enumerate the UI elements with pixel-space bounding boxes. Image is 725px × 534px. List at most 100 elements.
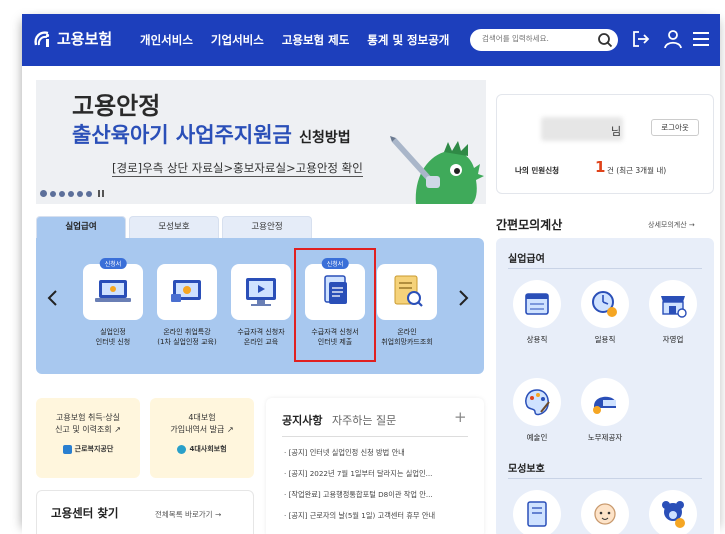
banner-title: 고용안정 [72, 92, 161, 120]
simple-calc-panel: 실업급여 상용직 일용직 자영업 예술인 노무제공자 모성보호 [496, 238, 714, 534]
banner-dot[interactable] [59, 190, 65, 197]
card-4-insurance[interactable]: 4대보험 가입내역서 발급 ↗ 4대사회보험 [150, 398, 254, 478]
dinosaur-mascot-image [390, 136, 484, 204]
menu-icon[interactable] [690, 28, 712, 50]
detailed-calc-link[interactable]: 상세모의계산 → [648, 220, 695, 230]
card-org-label: 근로복지공단 [74, 445, 114, 453]
search-input[interactable] [482, 34, 592, 43]
4insure-logo-icon [177, 444, 187, 454]
notice-board: 공지사항 자주하는 질문 + · [공지] 인터넷 실업인정 신청 방법 안내 … [266, 398, 484, 534]
nav-insurance-system[interactable]: 고용보험 제도 [282, 32, 349, 48]
search-box [470, 29, 618, 51]
calc-maternity-item[interactable] [646, 490, 700, 534]
document-pen-icon [513, 490, 561, 534]
teddy-bear-icon [649, 490, 697, 534]
divider [508, 268, 702, 269]
baby-icon [581, 490, 629, 534]
monitor-play-icon [231, 264, 291, 320]
more-plus-icon[interactable]: + [454, 408, 467, 426]
banner-dot[interactable] [50, 190, 56, 197]
user-icon[interactable] [662, 28, 684, 50]
calc-label: 노무제공자 [587, 433, 623, 442]
card-org-label: 4대사회보험 [189, 445, 227, 453]
calc-maternity-item[interactable] [510, 490, 564, 534]
card-org: 근로복지공단 [36, 444, 140, 454]
civil-request-note: 건 (최근 3개월 내) [607, 166, 667, 175]
notice-item[interactable]: · [공지] 인터넷 실업인정 신청 방법 안내 [284, 448, 472, 458]
calc-label: 상용직 [526, 335, 548, 344]
helmet-icon [581, 378, 629, 426]
logo-text: 고용보험 [57, 30, 113, 48]
video-lecture-icon [157, 264, 217, 320]
card-insurance-history[interactable]: 고용보험 취득·상실 신고 및 이력조회 ↗ 근로복지공단 [36, 398, 140, 478]
laptop-icon: 신청서 [83, 258, 143, 320]
chevron-right-icon[interactable] [456, 288, 470, 308]
calc-label: 일용직 [594, 335, 616, 344]
calc-labor-provider[interactable]: 노무제공자 [578, 378, 632, 443]
user-login-box: 님 로그아웃 나의 민원신청 1 건 (최근 3개월 내) [496, 94, 714, 194]
banner-headline-main: 출산육아기 사업주지원금 [72, 123, 292, 147]
logout-button[interactable]: 로그아웃 [651, 119, 699, 136]
top-header: 고용보험 개인서비스 기업서비스 고용보험 제도 통계 및 정보공개 [22, 14, 720, 66]
calc-section-maternity: 모성보호 [508, 464, 545, 475]
service-label: 실업인정 인터넷 신청 [95, 328, 131, 346]
calc-label: 예술인 [526, 433, 548, 442]
center-title: 고용센터 찾기 [51, 506, 119, 520]
application-badge: 신청서 [99, 258, 127, 269]
banner-pagination [40, 190, 104, 197]
honorific-label: 님 [611, 125, 622, 138]
calc-self-employed[interactable]: 자영업 [646, 280, 700, 345]
card-title: 4대보험 가입내역서 발급 ↗ [170, 413, 234, 434]
tab-maternity-protection[interactable]: 모성보호 [129, 216, 219, 238]
logo-icon [32, 29, 54, 49]
service-item-online-certification[interactable]: 신청서 실업인정 인터넷 신청 [80, 258, 146, 347]
service-item-job-card-inquiry[interactable]: 온라인 취업희망카드조회 [374, 264, 440, 347]
notice-item[interactable]: · [공지] 2022년 7월 1일부터 달라지는 실업인... [284, 469, 472, 479]
tab-notices[interactable]: 공지사항 [282, 414, 322, 427]
calc-artist[interactable]: 예술인 [510, 378, 564, 443]
service-tabs: 실업급여 모성보호 고용안정 [36, 216, 315, 238]
palette-icon [513, 378, 561, 426]
screenshot-frame: 고용보험 개인서비스 기업서비스 고용보험 제도 통계 및 정보공개 검색어를 … [0, 0, 725, 534]
pause-icon[interactable] [98, 190, 104, 197]
civil-request-count[interactable]: 1 [595, 158, 605, 176]
banner-path: [경로]우측 상단 자료실>홍보자료실>고용안정 확인 [112, 161, 363, 177]
banner-headline: 출산육아기 사업주지원금 신청방법 [72, 119, 351, 149]
search-icon[interactable] [597, 32, 613, 48]
kcomwel-logo-icon [62, 444, 72, 454]
service-panel: 신청서 실업인정 인터넷 신청 온라인 취업특강 (1차 실업인정 교육) 수급… [36, 238, 484, 374]
banner-dot[interactable] [68, 190, 74, 197]
calc-maternity-item[interactable] [578, 490, 632, 534]
notice-item[interactable]: · [공지] 근로자의 날(5월 1일) 고객센터 휴무 안내 [284, 511, 472, 521]
service-label: 수급자격 신청자 온라인 교육 [237, 328, 285, 346]
calc-regular-worker[interactable]: 상용직 [510, 280, 564, 345]
document-search-icon [377, 264, 437, 320]
service-label: 온라인 취업희망카드조회 [381, 328, 433, 346]
chevron-left-icon[interactable] [46, 288, 60, 308]
card-title: 고용보험 취득·상실 신고 및 이력조회 ↗ [55, 413, 121, 434]
nav-personal-services[interactable]: 개인서비스 [140, 32, 193, 48]
calc-daily-worker[interactable]: 일용직 [578, 280, 632, 345]
clock-coin-icon [581, 280, 629, 328]
banner-dot[interactable] [40, 190, 47, 197]
logout-icon[interactable] [630, 28, 652, 50]
tab-employment-stability[interactable]: 고용안정 [222, 216, 312, 238]
service-item-online-lecture[interactable]: 온라인 취업특강 (1차 실업인정 교육) [154, 264, 220, 347]
card-org: 4대사회보험 [150, 444, 254, 454]
banner-dot[interactable] [77, 190, 83, 197]
red-highlight-box [294, 248, 376, 362]
tab-unemployment-benefit[interactable]: 실업급여 [36, 216, 126, 238]
center-full-list-link[interactable]: 전체목록 바로가기 → [155, 509, 221, 520]
promo-banner[interactable]: 고용안정 출산육아기 사업주지원금 신청방법 [경로]우측 상단 자료실>홍보자… [36, 80, 486, 204]
banner-dot[interactable] [86, 190, 92, 197]
nav-statistics[interactable]: 통계 및 정보공개 [367, 32, 449, 48]
tab-faq[interactable]: 자주하는 질문 [332, 414, 396, 427]
banner-headline-suffix: 신청방법 [299, 130, 351, 146]
notice-item[interactable]: · [작업완료] 고용행정통합포털 D8이관 작업 안... [284, 490, 472, 500]
employment-center-finder: 고용센터 찾기 전체목록 바로가기 → [36, 490, 254, 534]
main-nav: 개인서비스 기업서비스 고용보험 제도 통계 및 정보공개 [140, 32, 467, 48]
service-item-applicant-education[interactable]: 수급자격 신청자 온라인 교육 [228, 264, 294, 347]
site-logo[interactable]: 고용보험 [32, 28, 112, 49]
nav-business-services[interactable]: 기업서비스 [211, 32, 264, 48]
calc-label: 자영업 [662, 335, 684, 344]
